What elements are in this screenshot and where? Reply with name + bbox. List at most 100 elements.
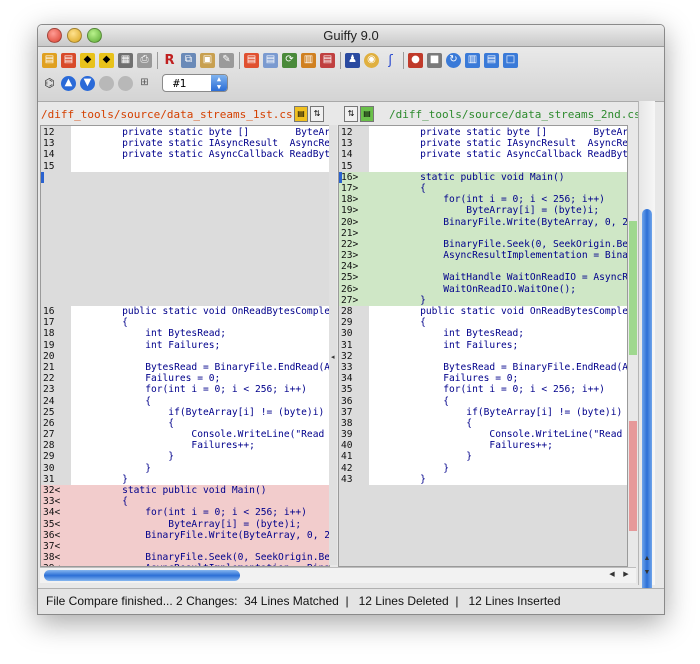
report-icon[interactable]: ▤ — [320, 52, 335, 68]
trash-icon[interactable]: ■ — [427, 52, 442, 68]
line-number: 17> — [341, 182, 359, 194]
next-change-icon[interactable]: ◆ — [99, 52, 114, 68]
edit-icon[interactable]: ✎ — [219, 52, 234, 68]
first-diff-icon[interactable] — [99, 75, 114, 91]
refresh-icon[interactable]: ↻ — [446, 52, 461, 68]
save-icon[interactable]: ▦ — [118, 52, 133, 68]
code-line: 35 for(int i = 0; i < 256; i++) — [339, 384, 627, 395]
line-code: for(int i = 0; i < 256; i++) — [99, 507, 307, 519]
vertical-scrollbar[interactable]: ▲ ▼ — [638, 101, 655, 597]
code-line: 38 { — [339, 418, 627, 429]
users-icon[interactable]: ♟ — [345, 52, 360, 68]
line-code: private static IAsyncResult AsyncRe — [397, 138, 628, 150]
code-line: 35< ByteArray[i] = (byte)i; — [41, 518, 329, 530]
file-select-combo[interactable]: #1 ▲ ▼ — [162, 74, 228, 92]
save-right-icon[interactable]: ▤ — [360, 106, 374, 122]
horizontal-scrollbar[interactable]: ◀ ▶ — [40, 567, 636, 583]
sync-icon[interactable]: ⟳ — [282, 52, 297, 68]
title-bar: Guiffy 9.0 — [38, 25, 664, 47]
toolbar-separator — [239, 51, 240, 69]
code-line: 34 Failures = 0; — [339, 373, 627, 384]
code-line: 30 } — [41, 463, 329, 474]
code-line: 37< — [41, 540, 329, 553]
line-code: BytesRead = BinaryFile.EndRead(A — [99, 361, 330, 373]
code-line — [41, 294, 329, 306]
line-number: 34 — [341, 373, 353, 385]
line-code: { — [397, 395, 449, 407]
line-number: 19> — [341, 205, 359, 217]
horizontal-scroll-thumb[interactable] — [44, 570, 240, 581]
function-icon[interactable]: ʃ — [383, 53, 398, 68]
line-number: 28 — [341, 306, 353, 317]
right-file-options-icon[interactable]: ⇅ — [344, 106, 358, 122]
line-number: 14 — [43, 149, 55, 161]
line-code: { — [99, 496, 128, 508]
print-icon[interactable]: ⎙ — [137, 52, 152, 68]
folder-compare-icon[interactable]: ▥ — [301, 52, 316, 68]
scroll-left-icon[interactable]: ◀ — [606, 569, 618, 581]
rescan-icon[interactable]: R — [162, 53, 177, 68]
right-file-path[interactable]: /diff_tools/source/data_streams_2nd.cs — [389, 106, 642, 123]
line-code: BinaryFile.Seek(0, SeekOrigin.Be — [397, 238, 628, 250]
open-first-file-icon[interactable]: ▤ — [42, 52, 57, 68]
save-left-icon[interactable]: ▤ — [294, 106, 308, 122]
code-line — [41, 261, 329, 273]
open-second-file-icon[interactable]: ▤ — [61, 52, 76, 68]
code-line: 22 Failures = 0; — [41, 373, 329, 384]
line-code: private static AsyncCallback ReadByt — [99, 149, 330, 161]
color-options-icon[interactable]: ◉ — [364, 52, 379, 68]
right-code-pane[interactable]: 12 private static byte [] ByteArr 13 priv… — [338, 125, 628, 567]
previous-change-icon[interactable]: ◆ — [80, 52, 95, 68]
merge-left-icon[interactable]: ▤ — [244, 52, 259, 68]
status-bar: File Compare finished... 2 Changes: 34 L… — [38, 588, 664, 614]
glasses-icon[interactable]: ⌬ — [42, 76, 57, 91]
split-vertical-icon[interactable]: ▥ — [465, 52, 480, 68]
stop-icon[interactable]: ● — [408, 52, 423, 68]
last-diff-icon[interactable] — [118, 75, 133, 91]
single-pane-icon[interactable]: □ — [503, 52, 518, 68]
line-number: 20 — [43, 350, 55, 362]
change-overview-strip[interactable] — [629, 125, 637, 565]
line-code: BinaryFile.Write(ByteArray, 0, 2 — [397, 216, 628, 228]
vertical-scroll-thumb[interactable] — [642, 209, 652, 597]
line-code: private static byte [] ByteArr — [397, 127, 628, 138]
line-code: int BytesRead; — [397, 328, 525, 340]
up-arrow-icon[interactable]: ▲ — [61, 75, 76, 91]
copy-icon[interactable]: ⧉ — [181, 52, 196, 68]
line-code: Console.WriteLine("Read — [99, 429, 325, 441]
code-line: 17 { — [41, 317, 329, 328]
toolbar-separator — [157, 51, 158, 69]
line-code: WaitOnReadIO.WaitOne(); — [397, 283, 577, 295]
line-number: 43 — [341, 473, 353, 485]
line-number: 41 — [341, 451, 353, 463]
code-line: 20 — [41, 351, 329, 362]
toolbar-row-1: ▤ ▤ ◆ ◆ ▦ ⎙ R ⧉ ▣ ✎ ▤ ▤ ⟳ ▥ ▤ ♟ ◉ ʃ ● ■ … — [42, 50, 522, 70]
code-line: 32< static public void Main() — [41, 485, 329, 497]
code-line: 32 — [339, 351, 627, 362]
delete-marker[interactable] — [629, 421, 637, 531]
code-line: 24 { — [41, 396, 329, 407]
scroll-right-icon[interactable]: ▶ — [620, 569, 632, 581]
code-line: 33 BytesRead = BinaryFile.EndRead(A — [339, 362, 627, 373]
code-line: 13 private static IAsyncResult AsyncRe — [339, 138, 627, 149]
merge-right-icon[interactable]: ▤ — [263, 52, 278, 68]
code-line: 17> { — [339, 182, 627, 195]
line-number: 42 — [341, 462, 353, 474]
left-file-options-icon[interactable]: ⇅ — [310, 106, 324, 122]
down-arrow-icon[interactable]: ▼ — [80, 75, 95, 91]
left-file-path[interactable]: /diff_tools/source/data_streams_1st.cs — [41, 106, 309, 123]
pane-splitter[interactable]: ◂ — [329, 125, 337, 565]
binoculars-icon[interactable]: ⊞ — [137, 76, 152, 91]
code-line: 27 Console.WriteLine("Read — [41, 429, 329, 440]
scroll-down-icon[interactable]: ▼ — [641, 567, 653, 578]
split-horizontal-icon[interactable]: ▤ — [484, 52, 499, 68]
line-number: 18 — [43, 328, 55, 340]
paste-icon[interactable]: ▣ — [200, 52, 215, 68]
code-line: 15 — [339, 161, 627, 172]
code-line: 15 — [41, 161, 329, 172]
left-code-pane[interactable]: 12 private static byte [] ByteArr 13 priv… — [40, 125, 330, 567]
insert-marker[interactable] — [629, 221, 637, 355]
line-number: 32 — [341, 350, 353, 362]
scroll-up-icon[interactable]: ▲ — [641, 553, 653, 564]
code-line: 14 private static AsyncCallback ReadByt — [339, 149, 627, 160]
